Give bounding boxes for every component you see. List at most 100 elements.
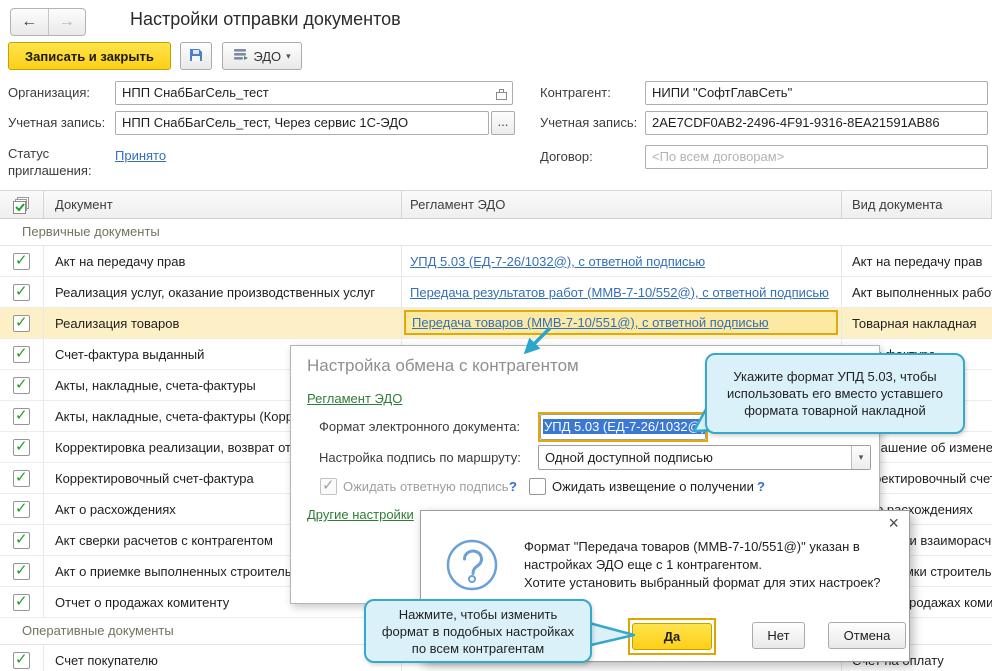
checkbox-checked[interactable] <box>13 561 30 580</box>
checkbox-checked[interactable] <box>13 530 30 549</box>
cp-account-value: 2AE7CDF0AB2-2496-4F91-9316-8EA21591AB86 <box>652 115 940 130</box>
reglament-edo-link[interactable]: Регламент ЭДО <box>307 391 402 406</box>
checkbox-checked[interactable] <box>13 437 30 456</box>
format-selected-text: УПД 5.03 (ЕД-7-26/1032@) <box>543 419 706 434</box>
format-field-highlight: УПД 5.03 (ЕД-7-26/1032@) <box>538 412 708 442</box>
format-label: Формат электронного документа: <box>319 419 521 434</box>
vid-cell: Товарная накладная <box>852 315 977 331</box>
group-row: Первичные документы <box>0 219 992 246</box>
back-arrow-icon[interactable]: ← <box>11 9 49 35</box>
table-header: Документ Регламент ЭДО Вид документа <box>0 191 992 219</box>
counterparty-value: НИПИ "СофтГлавСеть" <box>652 85 793 100</box>
row-checkbox-cell[interactable] <box>0 494 44 524</box>
col-reglament[interactable]: Регламент ЭДО <box>402 191 842 218</box>
chevron-down-icon: ▾ <box>858 452 864 462</box>
checkbox-checked[interactable] <box>13 344 30 363</box>
doc-cell: Акт на передачу прав <box>44 246 402 276</box>
table-row[interactable]: Реализация услуг, оказание производствен… <box>0 277 992 308</box>
header-checkbox-cell[interactable] <box>0 191 44 218</box>
col-document[interactable]: Документ <box>44 191 402 218</box>
counterparty-field[interactable]: НИПИ "СофтГлавСеть" <box>645 81 988 105</box>
yes-button[interactable]: Да <box>632 623 712 650</box>
multi-check-icon <box>12 196 31 214</box>
edo-menu-label: ЭДО <box>253 48 282 64</box>
edo-menu-button[interactable]: ЭДО ▾ <box>222 42 302 70</box>
cancel-button[interactable]: Отмена <box>828 622 906 649</box>
confirm-text-line: настройках ЭДО еще с 1 контрагентом. <box>524 557 763 572</box>
col-doc-kind[interactable]: Вид документа <box>842 191 992 218</box>
contract-field[interactable]: <По всем договорам> <box>645 145 988 169</box>
row-checkbox-cell[interactable] <box>0 525 44 555</box>
cp-account-field[interactable]: 2AE7CDF0AB2-2496-4F91-9316-8EA21591AB86 <box>645 111 988 135</box>
account-choose-button[interactable]: ... <box>491 111 515 135</box>
organization-field[interactable]: НПП СнабБагСель_тест <box>115 81 513 105</box>
no-button[interactable]: Нет <box>752 622 805 649</box>
forward-arrow-icon[interactable]: → <box>49 9 86 35</box>
floppy-icon <box>188 47 204 66</box>
checkbox-checked[interactable] <box>13 313 30 332</box>
route-value: Одной доступной подписью <box>545 450 713 465</box>
chevron-down-icon: ▾ <box>286 50 291 61</box>
checkbox-checked[interactable] <box>13 592 30 611</box>
page-title: Настройки отправки документов <box>130 9 401 29</box>
reg-cell: УПД 5.03 (ЕД-7-26/1032@), с ответной под… <box>402 246 842 276</box>
row-checkbox-cell[interactable] <box>0 401 44 431</box>
table-row-selected[interactable]: Реализация товаров Товарная накладная Пе… <box>0 308 992 339</box>
format-field[interactable]: УПД 5.03 (ЕД-7-26/1032@) <box>540 414 706 440</box>
table-row[interactable]: Акт на передачу прав УПД 5.03 (ЕД-7-26/1… <box>0 246 992 277</box>
checkbox-checked[interactable] <box>13 251 30 270</box>
route-label: Настройка подпись по маршруту: <box>319 450 521 465</box>
vid-cell: Акт выполненных работ <box>852 284 992 300</box>
organization-label: Организация: <box>8 85 91 100</box>
confirm-text-line: Формат "Передача товаров (ММВ-7-10/551@)… <box>524 539 860 554</box>
doc-cell: Реализация товаров <box>44 308 402 338</box>
cp-account-label: Учетная запись: <box>540 115 638 130</box>
invitation-status-label: Статус приглашения: <box>8 146 92 178</box>
open-form-icon[interactable] <box>495 86 508 104</box>
route-select[interactable]: Одной доступной подписью ▾ <box>538 445 871 470</box>
row-checkbox-cell[interactable] <box>0 432 44 462</box>
format-tip-callout: Укажите формат УПД 5.03, чтобы использов… <box>705 353 965 434</box>
checkbox-checked[interactable] <box>13 282 30 301</box>
row-checkbox-cell[interactable] <box>0 277 44 307</box>
counterparty-label: Контрагент: <box>540 85 611 100</box>
nav-history: ← → <box>10 8 86 36</box>
account-label: Учетная запись: <box>8 115 106 130</box>
selected-cell-highlight: Передача товаров (ММВ-7-10/551@), с отве… <box>404 310 838 335</box>
help-icon[interactable]: ? <box>509 479 517 494</box>
contract-label: Договор: <box>540 149 593 164</box>
row-checkbox-cell[interactable] <box>0 246 44 276</box>
wait-sign-checkbox <box>320 476 337 495</box>
row-checkbox-cell[interactable] <box>0 463 44 493</box>
confirm-text-line: Хотите установить выбранный формат для э… <box>524 575 881 590</box>
reg-cell: Передача результатов работ (ММВ-7-10/552… <box>402 277 842 307</box>
wait-sign-label: Ожидать ответную подпись <box>343 479 509 494</box>
question-icon <box>442 538 502 601</box>
checkbox-checked[interactable] <box>13 499 30 518</box>
invitation-status-link[interactable]: Принято <box>115 148 166 163</box>
checkbox-checked[interactable] <box>13 375 30 394</box>
reglament-link-selected[interactable]: Передача товаров (ММВ-7-10/551@), с отве… <box>412 315 769 330</box>
reglament-link[interactable]: Передача результатов работ (ММВ-7-10/552… <box>410 285 829 300</box>
account-field[interactable]: НПП СнабБагСель_тест, Через сервис 1С-ЭД… <box>115 111 489 135</box>
save-button[interactable] <box>180 42 212 70</box>
other-settings-link[interactable]: Другие настройки <box>307 507 414 522</box>
dialog-title: Настройка обмена с контрагентом <box>307 356 579 375</box>
row-checkbox-cell[interactable] <box>0 556 44 586</box>
row-checkbox-cell[interactable] <box>0 339 44 369</box>
checkbox-checked[interactable] <box>13 468 30 487</box>
wait-notice-checkbox[interactable] <box>529 478 546 495</box>
combo-caret-button[interactable]: ▾ <box>851 446 870 469</box>
row-checkbox-cell[interactable] <box>0 370 44 400</box>
row-checkbox-cell[interactable] <box>0 645 44 671</box>
row-checkbox-cell[interactable] <box>0 308 44 338</box>
help-icon[interactable]: ? <box>757 479 765 494</box>
edo-docs-icon <box>233 48 249 64</box>
checkbox-checked[interactable] <box>13 406 30 425</box>
row-checkbox-cell[interactable] <box>0 587 44 617</box>
account-value: НПП СнабБагСель_тест, Через сервис 1С-ЭД… <box>122 115 409 130</box>
save-and-close-button[interactable]: Записать и закрыть <box>8 42 171 70</box>
checkbox-checked[interactable] <box>13 650 30 669</box>
reglament-link[interactable]: УПД 5.03 (ЕД-7-26/1032@), с ответной под… <box>410 254 705 269</box>
close-icon[interactable]: × <box>888 513 899 534</box>
